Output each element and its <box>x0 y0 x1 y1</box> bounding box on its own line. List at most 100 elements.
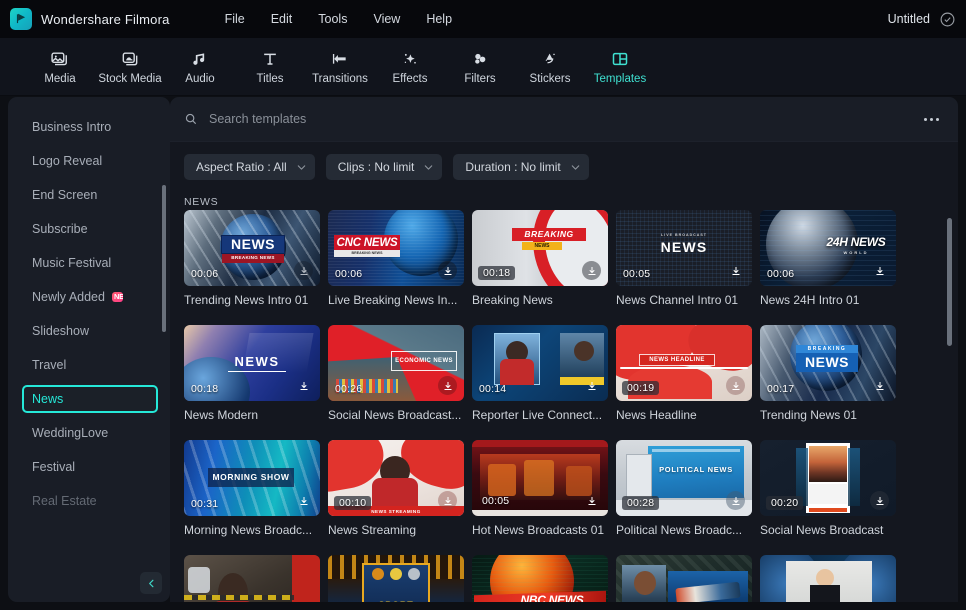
template-card[interactable]: 00:20 Social News Broadcast <box>760 440 904 537</box>
effects-sparkle-icon <box>404 53 416 64</box>
toolbar-label: Filters <box>464 72 496 85</box>
toolbar-item-audio[interactable]: Audio <box>166 41 234 93</box>
menu-help[interactable]: Help <box>415 7 463 31</box>
template-thumbnail[interactable]: MORNING SHOW 00:31 <box>184 440 320 516</box>
template-card[interactable]: CNC NEWS BREAKING NEWS 00:06 Live Breaki… <box>328 210 472 307</box>
filter-label: Duration : No limit <box>465 160 561 174</box>
sidebar-item-festival[interactable]: Festival <box>24 453 156 481</box>
template-card[interactable]: BREAKING NEWS 00:18 Breaking News <box>472 210 616 307</box>
download-button[interactable] <box>582 376 601 395</box>
template-card[interactable] <box>184 555 328 602</box>
template-thumbnail[interactable]: BREAKING NEWS 00:17 <box>760 325 896 401</box>
download-button[interactable] <box>438 491 457 510</box>
sidebar-item-weddinglove[interactable]: WeddingLove <box>24 419 156 447</box>
template-card[interactable]: NEWS BREAKING NEWS 00:06 Trending News I… <box>184 210 328 307</box>
search-input[interactable] <box>209 112 918 126</box>
toolbar-item-titles[interactable]: Titles <box>236 41 304 93</box>
download-button[interactable] <box>582 261 601 280</box>
download-button[interactable] <box>870 376 889 395</box>
download-button[interactable] <box>870 261 889 280</box>
sidebar-item-travel[interactable]: Travel <box>24 351 156 379</box>
template-thumbnail[interactable]: 24H NEWS WORLD 00:06 <box>760 210 896 286</box>
menu-file[interactable]: File <box>214 7 256 31</box>
sidebar-item-music-festival[interactable]: Music Festival <box>24 249 156 277</box>
sidebar-item-label: WeddingLove <box>32 426 109 440</box>
download-button[interactable] <box>870 491 889 510</box>
download-button[interactable] <box>726 376 745 395</box>
download-button[interactable] <box>294 376 313 395</box>
menu-view[interactable]: View <box>362 7 411 31</box>
duration-label: 00:19 <box>622 381 660 395</box>
toolbar-item-stickers[interactable]: Stickers <box>516 41 584 93</box>
download-button[interactable] <box>438 376 457 395</box>
menu-edit[interactable]: Edit <box>260 7 304 31</box>
sidebar-item-business-intro[interactable]: Business Intro <box>24 113 156 141</box>
toolbar-item-effects[interactable]: Effects <box>376 41 444 93</box>
menu-tools[interactable]: Tools <box>307 7 358 31</box>
music-note-icon <box>193 52 205 65</box>
thumbnail-sub-text: NEWS <box>522 242 562 251</box>
toolbar-item-media[interactable]: Media <box>26 41 94 93</box>
templates-scrollbar[interactable] <box>947 218 952 346</box>
template-thumbnail[interactable] <box>616 555 752 602</box>
sidebar-item-end-screen[interactable]: End Screen <box>24 181 156 209</box>
template-thumbnail[interactable]: 00:05 <box>472 440 608 516</box>
filter-clips[interactable]: Clips : No limit <box>325 154 443 180</box>
download-button[interactable] <box>438 261 457 280</box>
toolbar-item-templates[interactable]: Templates <box>586 41 654 93</box>
template-card[interactable]: 00:05 Hot News Broadcasts 01 <box>472 440 616 537</box>
toolbar-item-transitions[interactable]: Transitions <box>306 41 374 93</box>
template-thumbnail[interactable]: NEWS HEADLINE 00:19 <box>616 325 752 401</box>
template-card[interactable]: SPORT NEWS <box>328 555 472 602</box>
template-thumbnail[interactable] <box>184 555 320 602</box>
template-thumbnail[interactable]: NEWS STREAMING 00:10 <box>328 440 464 516</box>
download-button[interactable] <box>726 261 745 280</box>
template-card[interactable] <box>616 555 760 602</box>
template-thumbnail[interactable]: NEWS BREAKING NEWS 00:06 <box>184 210 320 286</box>
template-thumbnail[interactable]: LIVE BROADCAST NEWS 00:05 <box>616 210 752 286</box>
filter-duration[interactable]: Duration : No limit <box>453 154 589 180</box>
template-card[interactable]: 24H NEWS WORLD 00:06 News 24H Intro 01 <box>760 210 904 307</box>
template-card[interactable]: ECONOMIC NEWS 00:26 Social News Broadcas… <box>328 325 472 422</box>
template-card[interactable]: BREAKING NEWS 00:17 Trending News 01 <box>760 325 904 422</box>
sidebar-item-slideshow[interactable]: Slideshow <box>24 317 156 345</box>
template-thumbnail[interactable] <box>760 555 896 602</box>
template-card[interactable]: POLITICAL NEWS 00:28 Political News Broa… <box>616 440 760 537</box>
template-card[interactable]: MORNING SHOW 00:31 Morning News Broadc..… <box>184 440 328 537</box>
template-card[interactable]: NBC NEWS BREAKING NEWS LATEST STORY AND … <box>472 555 616 602</box>
template-card[interactable] <box>760 555 904 602</box>
download-button[interactable] <box>582 491 601 510</box>
sidebar-item-news[interactable]: News <box>22 385 158 413</box>
template-thumbnail[interactable]: POLITICAL NEWS 00:28 <box>616 440 752 516</box>
template-card[interactable]: 00:14 Reporter Live Connect... <box>472 325 616 422</box>
template-thumbnail[interactable]: NEWS 00:18 <box>184 325 320 401</box>
template-card[interactable]: NEWS 00:18 News Modern <box>184 325 328 422</box>
sidebar-collapse-button[interactable] <box>140 572 162 594</box>
download-icon <box>876 381 883 390</box>
sidebar-item-subscribe[interactable]: Subscribe <box>24 215 156 243</box>
template-thumbnail[interactable]: ECONOMIC NEWS 00:26 <box>328 325 464 401</box>
check-circle-icon[interactable] <box>939 11 956 28</box>
more-options-icon[interactable] <box>918 106 944 132</box>
sidebar-scrollbar[interactable] <box>162 185 166 332</box>
filter-aspect-ratio[interactable]: Aspect Ratio : All <box>184 154 315 180</box>
template-thumbnail[interactable]: SPORT NEWS <box>328 555 464 602</box>
template-card[interactable]: NEWS STREAMING 00:10 News Streaming <box>328 440 472 537</box>
thumbnail-title-text: MORNING SHOW <box>208 468 294 487</box>
template-thumbnail[interactable]: 00:20 <box>760 440 896 516</box>
template-thumbnail[interactable]: 00:14 <box>472 325 608 401</box>
template-thumbnail[interactable]: NBC NEWS BREAKING NEWS LATEST STORY AND … <box>472 555 608 602</box>
template-card[interactable]: NEWS HEADLINE 00:19 News Headline <box>616 325 760 422</box>
download-button[interactable] <box>726 491 745 510</box>
template-title: News Channel Intro 01 <box>616 293 739 307</box>
toolbar-item-filters[interactable]: Filters <box>446 41 514 93</box>
sidebar-item-real-estate[interactable]: Real Estate <box>24 487 156 515</box>
sidebar-item-newly-added[interactable]: Newly Added NEW <box>24 283 156 311</box>
download-button[interactable] <box>294 491 313 510</box>
template-thumbnail[interactable]: CNC NEWS BREAKING NEWS 00:06 <box>328 210 464 286</box>
toolbar-item-stock-media[interactable]: Stock Media <box>96 41 164 93</box>
sidebar-item-logo-reveal[interactable]: Logo Reveal <box>24 147 156 175</box>
download-button[interactable] <box>294 261 313 280</box>
template-card[interactable]: LIVE BROADCAST NEWS 00:05 News Channel I… <box>616 210 760 307</box>
template-thumbnail[interactable]: BREAKING NEWS 00:18 <box>472 210 608 286</box>
